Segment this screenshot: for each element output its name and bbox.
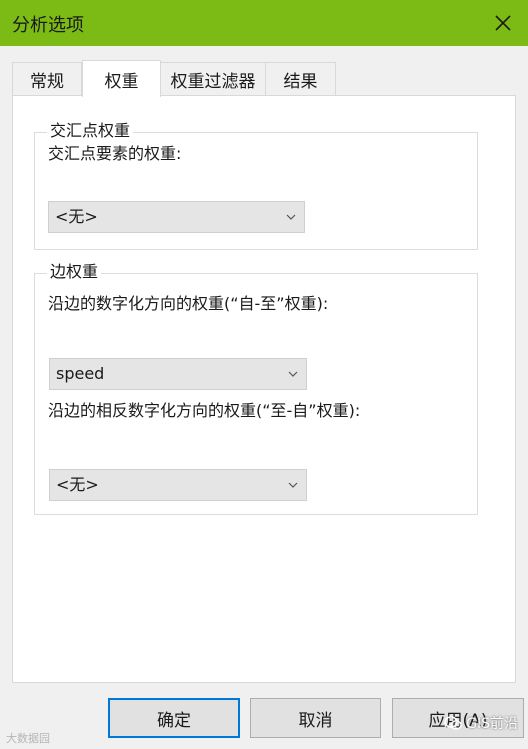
tab-label: 常规 [30, 71, 64, 92]
tab-results[interactable]: 结果 [265, 62, 336, 95]
to-from-weight-select[interactable]: <无> [49, 469, 307, 501]
watermark-right: GIS前沿 [440, 712, 522, 734]
chevron-down-icon [288, 482, 298, 488]
cancel-button[interactable]: 取消 [250, 698, 381, 738]
cancel-button-label: 取消 [298, 710, 333, 731]
junction-weight-value: <无> [55, 207, 98, 226]
edge-weight-title: 边权重 [47, 261, 102, 283]
from-to-weight-label: 沿边的数字化方向的权重(“自-至”权重): [48, 294, 329, 313]
tab-label: 权重过滤器 [170, 71, 256, 92]
window-title: 分析选项 [12, 15, 84, 36]
to-from-weight-label: 沿边的相反数字化方向的权重(“至-自”权重): [48, 401, 361, 420]
chevron-down-icon [286, 214, 296, 220]
watermark-left: 大数据园 [6, 730, 50, 746]
close-button[interactable] [486, 6, 520, 40]
watermark-right-text: GIS前沿 [466, 716, 518, 732]
tab-general[interactable]: 常规 [12, 62, 82, 95]
edge-weight-group: 边权重 沿边的数字化方向的权重(“自-至”权重): speed 沿边的相反数字化… [34, 261, 478, 515]
ok-button[interactable]: 确定 [108, 698, 240, 738]
tab-label: 结果 [283, 71, 318, 92]
junction-weight-label: 交汇点要素的权重: [48, 144, 182, 163]
ok-button-label: 确定 [157, 710, 191, 731]
wechat-icon [444, 716, 462, 730]
tab-label: 权重 [104, 71, 139, 92]
close-icon [495, 15, 511, 31]
from-to-weight-value: speed [56, 364, 105, 383]
chevron-down-icon [288, 371, 298, 377]
tab-weights[interactable]: 权重 [82, 60, 161, 97]
junction-weight-title: 交汇点权重 [47, 120, 134, 142]
junction-weight-select[interactable]: <无> [48, 201, 305, 233]
watermark-left-text: 大数据园 [6, 732, 50, 745]
to-from-weight-value: <无> [56, 475, 99, 494]
title-bar: 分析选项 [0, 0, 528, 46]
junction-weight-group: 交汇点权重 交汇点要素的权重: <无> [34, 120, 478, 250]
weights-panel: 交汇点权重 交汇点要素的权重: <无> 边权重 沿边的数字化方向的权重(“自-至… [12, 95, 516, 683]
from-to-weight-select[interactable]: speed [49, 358, 307, 390]
tab-weight-filter[interactable]: 权重过滤器 [160, 62, 266, 95]
